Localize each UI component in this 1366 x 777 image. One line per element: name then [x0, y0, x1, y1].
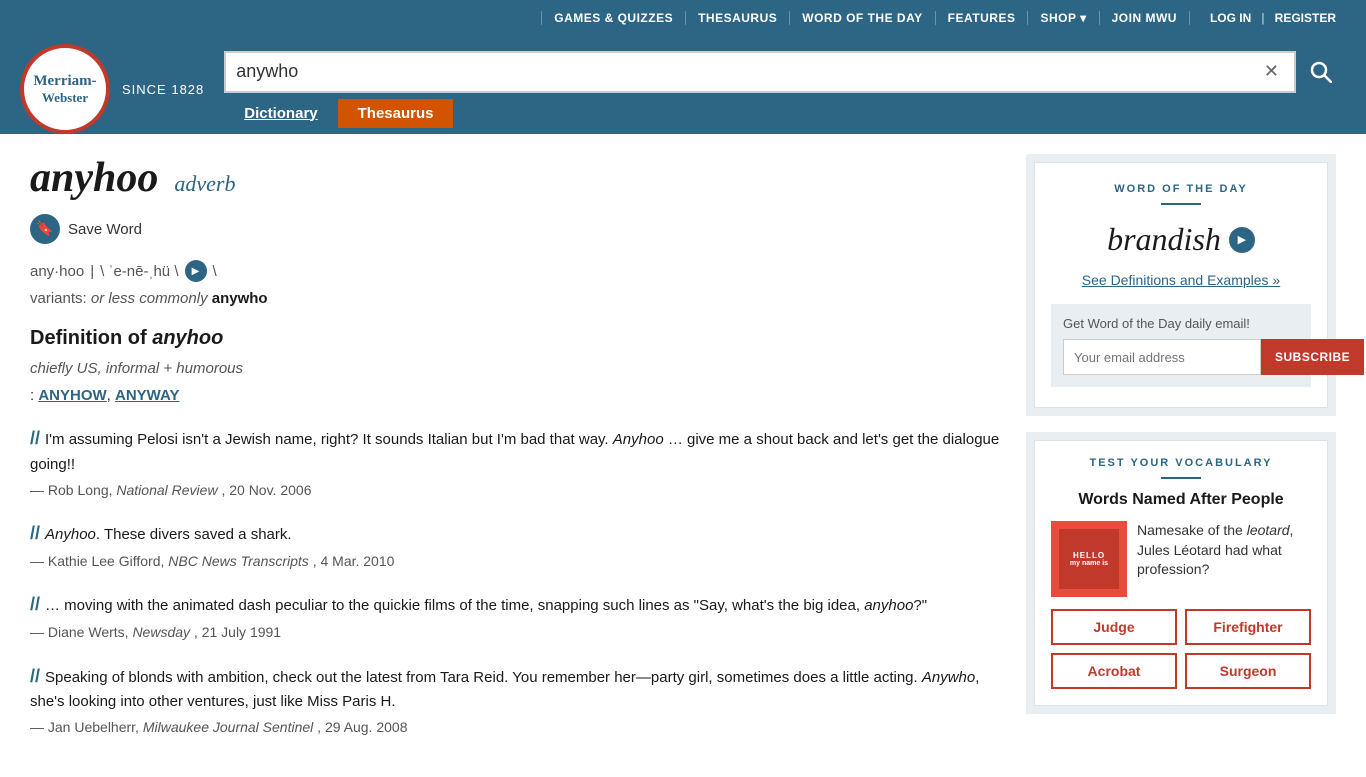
def-link-anyhow[interactable]: ANYHOW: [38, 387, 106, 404]
hello-text: HELLO: [1073, 551, 1105, 560]
wotd-divider: [1161, 203, 1201, 205]
vocab-btn-acrobat[interactable]: Acrobat: [1051, 653, 1177, 689]
vocab-divider: [1161, 477, 1201, 479]
logo-area: Merriam- Webster SINCE 1828: [20, 44, 204, 134]
wotd-label: WORD OF THE DAY: [1051, 183, 1311, 195]
tabs-row: Dictionary Thesaurus: [224, 99, 1346, 128]
clear-search-button[interactable]: ✕: [1259, 61, 1284, 82]
wotd-email-label: Get Word of the Day daily email!: [1063, 316, 1299, 331]
quote-mark-2: //: [30, 523, 45, 543]
variant-word: anywho: [212, 290, 268, 307]
quote-text-1: I'm assuming Pelosi isn't a Jewish name,…: [30, 431, 999, 473]
quote-block-3: // … moving with the animated dash pecul…: [30, 590, 1006, 643]
vocab-btn-firefighter[interactable]: Firefighter: [1185, 609, 1311, 645]
quote-text-3: … moving with the animated dash peculiar…: [45, 597, 927, 614]
search-icon: [1310, 61, 1332, 83]
vocab-image: HELLO my name is: [1051, 521, 1127, 597]
search-box: ✕: [224, 51, 1296, 93]
main-container: anyhoo adverb 🔖 Save Word any·hoo | \ ˈe…: [0, 134, 1366, 777]
vocab-btn-judge[interactable]: Judge: [1051, 609, 1177, 645]
vocab-btn-surgeon[interactable]: Surgeon: [1185, 653, 1311, 689]
pronunciation: \ ˈe-nē-ˌhü \: [100, 263, 178, 280]
nav-join[interactable]: JOIN MWU: [1100, 11, 1190, 25]
word-pos: adverb: [174, 171, 235, 197]
nav-thesaurus[interactable]: THESAURUS: [686, 11, 790, 25]
quote-source-2: — Kathie Lee Gifford, NBC News Transcrip…: [30, 550, 1006, 572]
vocab-title: Words Named After People: [1051, 491, 1311, 509]
audio-button[interactable]: ▶: [185, 260, 207, 282]
quote-block-2: // Anyhoo. These divers saved a shark. —…: [30, 519, 1006, 572]
pron-separator: |: [90, 263, 94, 280]
usage-label: chiefly US, informal + humorous: [30, 360, 1006, 377]
subscribe-button[interactable]: SUBSCRIBE: [1261, 339, 1364, 375]
def-links: : ANYHOW, ANYWAY: [30, 387, 1006, 404]
save-word-label[interactable]: Save Word: [68, 221, 142, 238]
nav-wotd[interactable]: WORD OF THE DAY: [790, 11, 935, 25]
def-link-anyway[interactable]: ANYWAY: [115, 387, 179, 404]
quote-text-4: Speaking of blonds with ambition, check …: [30, 669, 979, 711]
quote-source-3: — Diane Werts, Newsday , 21 July 1991: [30, 621, 1006, 643]
content-area: anyhoo adverb 🔖 Save Word any·hoo | \ ˈe…: [30, 154, 1006, 757]
search-row: ✕: [224, 51, 1346, 93]
wotd-audio-button[interactable]: ▶: [1229, 227, 1255, 253]
register-link[interactable]: REGISTER: [1265, 11, 1346, 25]
logo-text-line2: Webster: [42, 90, 88, 106]
nav-features[interactable]: FEATURES: [936, 11, 1029, 25]
search-and-tabs: ✕ Dictionary Thesaurus: [224, 51, 1346, 128]
wotd-outer: WORD OF THE DAY brandish ▶ See Definitio…: [1026, 154, 1336, 416]
quote-block-1: // I'm assuming Pelosi isn't a Jewish na…: [30, 424, 1006, 501]
word-title: anyhoo: [30, 154, 158, 202]
quote-block-4: // Speaking of blonds with ambition, che…: [30, 662, 1006, 739]
email-input[interactable]: [1063, 339, 1261, 375]
wotd-word: brandish: [1107, 221, 1221, 258]
wotd-link[interactable]: See Definitions and Examples »: [1051, 272, 1311, 288]
def-colon: :: [30, 387, 34, 404]
save-word-row: 🔖 Save Word: [30, 214, 1006, 244]
auth-links: LOG IN | REGISTER: [1200, 11, 1346, 25]
pron-close: \: [213, 263, 217, 280]
top-nav: GAMES & QUIZZES THESAURUS WORD OF THE DA…: [541, 11, 1190, 25]
variants-prefix: variants:: [30, 290, 87, 307]
pronunciation-row: any·hoo | \ ˈe-nē-ˌhü \ ▶ \: [30, 260, 1006, 282]
mw-logo[interactable]: Merriam- Webster: [20, 44, 110, 134]
quote-source-4: — Jan Uebelherr, Milwaukee Journal Senti…: [30, 716, 1006, 738]
search-input[interactable]: [236, 61, 1259, 82]
login-link[interactable]: LOG IN: [1200, 11, 1261, 25]
email-row: SUBSCRIBE: [1063, 339, 1299, 375]
name-text: my name is: [1070, 560, 1108, 567]
vocab-image-inner: HELLO my name is: [1059, 529, 1119, 589]
quote-mark-1: //: [30, 428, 45, 448]
quote-mark-4: //: [30, 666, 45, 686]
sidebar: WORD OF THE DAY brandish ▶ See Definitio…: [1026, 154, 1336, 757]
nav-shop[interactable]: SHOP: [1028, 11, 1099, 25]
def-heading: Definition of anyhoo: [30, 327, 1006, 350]
variants-row: variants: or less commonly anywho: [30, 290, 1006, 307]
wotd-card: WORD OF THE DAY brandish ▶ See Definitio…: [1034, 162, 1328, 408]
vocab-card: TEST YOUR VOCABULARY Words Named After P…: [1034, 440, 1328, 706]
vocab-question: Namesake of the leotard, Jules Léotard h…: [1137, 521, 1311, 597]
quote-source-1: — Rob Long, National Review , 20 Nov. 20…: [30, 479, 1006, 501]
word-title-row: anyhoo adverb: [30, 154, 1006, 202]
def-headword: anyhoo: [152, 327, 223, 349]
vocab-label: TEST YOUR VOCABULARY: [1051, 457, 1311, 469]
save-word-button[interactable]: 🔖: [30, 214, 60, 244]
top-header: GAMES & QUIZZES THESAURUS WORD OF THE DA…: [0, 0, 1366, 36]
syllables: any·hoo: [30, 263, 84, 280]
logo-text-line1: Merriam-: [33, 72, 96, 90]
vocab-outer: TEST YOUR VOCABULARY Words Named After P…: [1026, 432, 1336, 714]
tab-thesaurus[interactable]: Thesaurus: [338, 99, 454, 128]
variants-or: or less commonly: [91, 290, 208, 307]
def-heading-prefix: Definition of: [30, 327, 147, 349]
wotd-word-row: brandish ▶: [1051, 221, 1311, 258]
logo-search-bar: Merriam- Webster SINCE 1828 ✕ Dictionary…: [0, 36, 1366, 134]
search-button[interactable]: [1296, 51, 1346, 93]
tab-dictionary[interactable]: Dictionary: [224, 99, 337, 128]
since-text: SINCE 1828: [122, 82, 204, 97]
nav-games[interactable]: GAMES & QUIZZES: [541, 11, 686, 25]
wotd-email-bg: Get Word of the Day daily email! SUBSCRI…: [1051, 304, 1311, 387]
vocab-image-row: HELLO my name is Namesake of the leotard…: [1051, 521, 1311, 597]
vocab-buttons: Judge Firefighter Acrobat Surgeon: [1051, 609, 1311, 689]
quote-text-2: Anyhoo. These divers saved a shark.: [45, 526, 292, 543]
quote-mark-3: //: [30, 594, 45, 614]
